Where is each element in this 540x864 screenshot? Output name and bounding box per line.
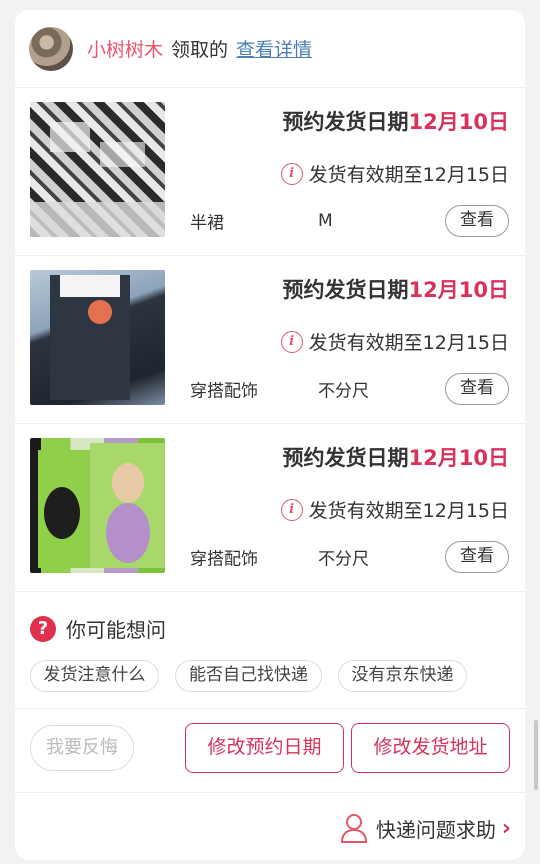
- courier-help-label: 快递问题求助: [375, 817, 496, 842]
- modify-date-button[interactable]: 修改预约日期: [185, 723, 344, 773]
- ship-date-title: 预约发货日期12月10日: [283, 106, 509, 136]
- faq-section: ? 你可能想问 发货注意什么 能否自己找快递 没有京东快递: [15, 592, 525, 709]
- ship-date-value: 12月10日: [408, 110, 509, 134]
- newspaper-skirt-illustration: [30, 122, 165, 237]
- ship-date-label: 预约发货日期: [282, 110, 409, 134]
- faq-chip-shipping-notes[interactable]: 发货注意什么: [30, 660, 159, 692]
- validity-text: 发货有效期至12月15日: [308, 332, 509, 354]
- faq-header: ? 你可能想问: [30, 614, 166, 643]
- item-category: 穿搭配饰: [190, 381, 258, 402]
- claim-card: 小树树木 领取的 查看详情 预约发货日期12月10日 i 发货有效期至12月15…: [15, 10, 525, 860]
- ship-date-title: 预约发货日期12月10日: [283, 274, 509, 304]
- validity-row: i 发货有效期至12月15日: [280, 328, 509, 355]
- product-image[interactable]: [30, 102, 165, 237]
- scrollbar[interactable]: [534, 720, 538, 790]
- question-icon: ?: [30, 615, 56, 642]
- faq-chip-no-jd-express[interactable]: 没有京东快递: [338, 660, 467, 692]
- order-item: 预约发货日期12月10日 i 发货有效期至12月15日 穿搭配饰 不分尺 查看: [15, 424, 525, 592]
- help-section: 快递问题求助 ›: [15, 793, 525, 860]
- validity-text: 发货有效期至12月15日: [308, 164, 509, 186]
- item-size: 不分尺: [318, 549, 369, 570]
- info-icon[interactable]: i: [280, 498, 303, 521]
- claim-verb: 领取的: [171, 39, 229, 61]
- claim-header: 小树树木 领取的 查看详情: [15, 10, 525, 88]
- info-icon[interactable]: i: [280, 162, 303, 185]
- view-button[interactable]: 查看: [445, 373, 509, 405]
- ship-date-value: 12月10日: [408, 446, 509, 470]
- regret-button[interactable]: 我要反悔: [30, 725, 134, 771]
- ship-date-title: 预约发货日期12月10日: [283, 442, 509, 472]
- faq-title: 你可能想问: [66, 618, 166, 642]
- modify-address-button[interactable]: 修改发货地址: [351, 723, 510, 773]
- item-category: 穿搭配饰: [190, 549, 258, 570]
- faq-chip-own-courier[interactable]: 能否自己找快递: [175, 660, 322, 692]
- validity-row: i 发货有效期至12月15日: [280, 160, 509, 187]
- item-category: 半裙: [190, 213, 224, 234]
- view-button[interactable]: 查看: [445, 541, 509, 573]
- action-bar: 我要反悔 修改预约日期 修改发货地址: [15, 709, 525, 793]
- ship-date-label: 预约发货日期: [282, 278, 409, 302]
- validity-row: i 发货有效期至12月15日: [280, 496, 509, 523]
- stockings-package-illustration: [50, 275, 130, 400]
- courier-help-link[interactable]: 快递问题求助 ›: [340, 813, 511, 843]
- item-size: M: [318, 211, 333, 231]
- view-details-link[interactable]: 查看详情: [236, 35, 312, 62]
- username[interactable]: 小树树木: [87, 35, 163, 62]
- product-image[interactable]: [30, 270, 165, 405]
- lingerie-boxes-illustration: [38, 443, 165, 568]
- info-icon[interactable]: i: [280, 330, 303, 353]
- order-item: 预约发货日期12月10日 i 发货有效期至12月15日 穿搭配饰 不分尺 查看: [15, 256, 525, 424]
- product-image[interactable]: [30, 438, 165, 573]
- item-size: 不分尺: [318, 381, 369, 402]
- view-button[interactable]: 查看: [445, 205, 509, 237]
- ship-date-value: 12月10日: [408, 278, 509, 302]
- ship-date-label: 预约发货日期: [282, 446, 409, 470]
- chevron-right-icon: ›: [501, 815, 511, 841]
- order-item: 预约发货日期12月10日 i 发货有效期至12月15日 半裙 M 查看: [15, 88, 525, 256]
- validity-text: 发货有效期至12月15日: [308, 500, 509, 522]
- user-avatar: [29, 26, 73, 71]
- person-icon: [340, 814, 367, 843]
